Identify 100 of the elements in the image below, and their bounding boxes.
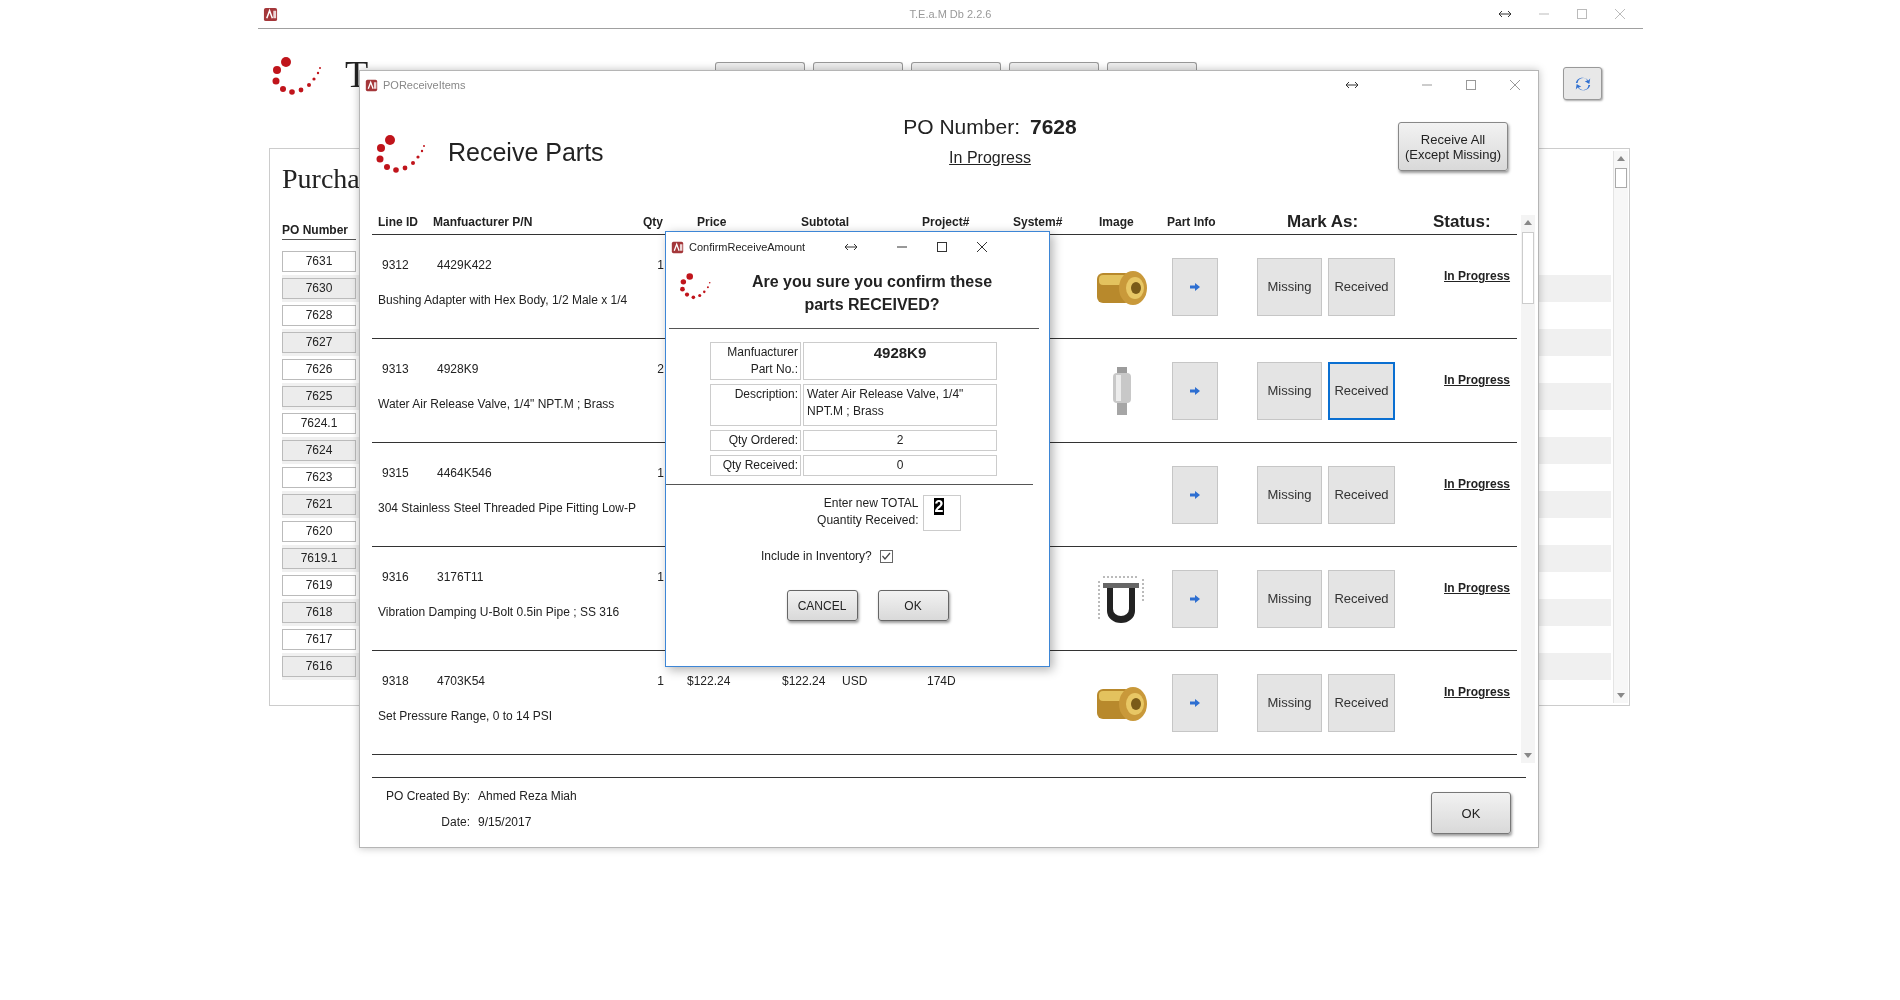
created-by-label: PO Created By:: [384, 789, 470, 803]
field-label: Qty Received:: [710, 455, 801, 476]
resize-icon[interactable]: [1499, 10, 1511, 18]
po-number-cell[interactable]: 7623: [282, 467, 356, 488]
received-button[interactable]: Received: [1328, 257, 1395, 316]
description-cell: Bushing Adapter with Hex Body, 1/2 Male x 1/4: [378, 293, 628, 307]
po-number-cell[interactable]: 7624: [282, 440, 356, 461]
cancel-button[interactable]: CANCEL: [786, 590, 858, 621]
window-title: ConfirmReceiveAmount: [689, 241, 806, 253]
column-header: Image: [1099, 215, 1135, 229]
status-link[interactable]: In Progress: [1444, 685, 1511, 699]
refresh-button[interactable]: [1563, 67, 1602, 100]
maximize-icon[interactable]: [937, 242, 948, 252]
resize-icon[interactable]: [845, 243, 858, 251]
date-label: Date:: [440, 815, 470, 829]
line-id-cell-text: 9313: [381, 362, 410, 376]
ok-button[interactable]: OK: [1431, 792, 1511, 834]
price-cell: $122.24: [687, 674, 731, 688]
scrollbar[interactable]: [1521, 215, 1535, 763]
resize-icon[interactable]: [1346, 81, 1358, 89]
date-value: 9/15/2017: [478, 815, 533, 829]
line-id-cell-text: 9315: [381, 466, 410, 480]
received-button[interactable]: Received: [1328, 673, 1395, 732]
ok-button[interactable]: OK: [877, 590, 949, 621]
arrow-icon: [1190, 386, 1200, 395]
quantity-input[interactable]: 2: [922, 495, 961, 531]
part-number-cell-text: 4703K54: [436, 674, 487, 688]
part-number-cell-text: 4928K9: [436, 362, 480, 376]
receive-all-button[interactable]: Receive All (Except Missing): [1398, 122, 1508, 171]
inventory-label: Include in Inventory?: [761, 549, 872, 563]
column-header: Mark As:: [1287, 213, 1360, 230]
missing-button[interactable]: Missing: [1257, 569, 1322, 628]
part-number-cell-text: 4429K422: [436, 258, 493, 272]
status-link[interactable]: In Progress: [1444, 269, 1511, 283]
quantity-cell-text: 1: [656, 466, 665, 480]
po-number-label: PO Number:: [903, 115, 1020, 139]
po-number-cell[interactable]: 7621: [282, 494, 356, 515]
status-link[interactable]: In Progress: [1444, 581, 1511, 595]
column-header: PO Number: [282, 223, 356, 240]
status-link[interactable]: In Progress: [1444, 477, 1511, 491]
field-value: 2: [803, 430, 997, 451]
quantity-cell-text: 1: [656, 674, 665, 688]
quantity-cell-text: 2: [656, 362, 665, 376]
received-button[interactable]: Received: [1328, 465, 1395, 524]
scroll-up-icon[interactable]: [1524, 220, 1532, 225]
missing-button[interactable]: Missing: [1257, 673, 1322, 732]
scroll-thumb[interactable]: [1615, 168, 1627, 188]
missing-button[interactable]: Missing: [1257, 361, 1322, 420]
line-id-cell-text: 9318: [381, 674, 410, 688]
column-header: Project#: [922, 215, 971, 229]
po-number-cell[interactable]: 7618: [282, 602, 356, 623]
scroll-up-icon[interactable]: [1617, 156, 1625, 161]
close-icon[interactable]: [977, 242, 988, 252]
field-value: Water Air Release Valve, 1/4" NPT.M ; Brass: [803, 384, 997, 426]
status-link[interactable]: In Progress: [1444, 373, 1511, 387]
quantity-cell-text: 1: [656, 258, 665, 272]
column-header: Manfuacturer P/N: [433, 215, 534, 229]
po-number-cell[interactable]: 7620: [282, 521, 356, 542]
arrow-icon: [1190, 698, 1200, 707]
line-id-cell-text: 9312: [381, 258, 410, 272]
received-button[interactable]: Received: [1328, 569, 1395, 628]
description-cell: Vibration Damping U-Bolt 0.5in Pipe ; SS 316: [378, 605, 620, 619]
field-value: 0: [803, 455, 997, 476]
subtotal-cell: $122.24: [782, 674, 826, 688]
scroll-down-icon[interactable]: [1524, 753, 1532, 758]
po-number-cell[interactable]: 7631: [282, 251, 356, 272]
panel-title: Purcha: [282, 163, 360, 195]
inventory-checkbox[interactable]: [879, 549, 893, 563]
column-header: Subtotal: [801, 215, 850, 229]
app-icon: [263, 6, 278, 22]
column-header: Price: [697, 215, 728, 229]
po-number-cell[interactable]: 7627: [282, 332, 356, 353]
field-label: Description:: [710, 384, 801, 426]
field-value: 4928K9: [803, 342, 997, 380]
window-title: T.E.a.M Db 2.2.6: [909, 8, 992, 20]
field-label: Manfuacturer Part No.:: [710, 342, 801, 380]
app-title: T: [345, 52, 369, 96]
missing-button[interactable]: Missing: [1257, 465, 1322, 524]
po-number-cell[interactable]: 7626: [282, 359, 356, 380]
scrollbar[interactable]: [1613, 151, 1628, 703]
po-number-cell[interactable]: 7630: [282, 278, 356, 299]
column-header: Status:: [1433, 213, 1492, 230]
scroll-thumb[interactable]: [1522, 232, 1534, 304]
po-number-cell[interactable]: 7619: [282, 575, 356, 596]
quantity-cell-text: 1: [656, 570, 665, 584]
po-number-cell[interactable]: 7624.1: [282, 413, 356, 434]
po-number-cell[interactable]: 7616: [282, 656, 356, 677]
po-number-cell[interactable]: 7625: [282, 386, 356, 407]
po-number-cell[interactable]: 7619.1: [282, 548, 356, 569]
status-link[interactable]: In Progress: [949, 149, 1031, 167]
column-header: Part Info: [1167, 215, 1217, 229]
received-button[interactable]: Received: [1328, 361, 1395, 420]
arrow-icon: [1190, 282, 1200, 291]
po-number-cell[interactable]: 7628: [282, 305, 356, 326]
confirm-question: Are you sure you confirm these parts RECEIVED?: [750, 272, 994, 315]
missing-button[interactable]: Missing: [1257, 257, 1322, 316]
po-number-cell[interactable]: 7617: [282, 629, 356, 650]
new-total-label: Enter new TOTAL Quantity Received:: [816, 495, 919, 529]
arrow-icon: [1190, 594, 1200, 603]
scroll-down-icon[interactable]: [1617, 693, 1625, 698]
